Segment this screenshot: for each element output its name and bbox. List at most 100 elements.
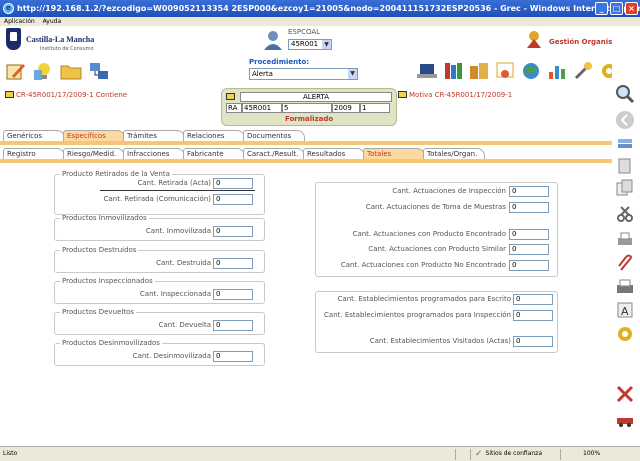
producto-encontrado-input[interactable]: 0 [509, 229, 549, 240]
certificate-icon[interactable] [494, 60, 516, 82]
right-sidebar: A [612, 26, 640, 436]
zoom-level[interactable]: 100% [583, 447, 600, 461]
group-legend: Productos Devueltos [62, 308, 134, 316]
field-label: Cant. Destruida [156, 259, 211, 267]
zoom-icon[interactable] [615, 84, 635, 104]
copy-icon[interactable] [615, 178, 635, 198]
alert-cell-organismo: 45R001 [242, 103, 282, 113]
network-icon[interactable] [88, 60, 110, 82]
alert-cell-tipo: RA [226, 103, 242, 113]
divider [470, 449, 471, 460]
establecimientos-escrito-input[interactable]: 0 [513, 294, 553, 305]
destruida-input[interactable]: 0 [213, 258, 253, 269]
bulb-folder-icon[interactable] [32, 60, 54, 82]
archive-icon[interactable] [468, 60, 490, 82]
group-legend: Productos Inmovilizados [62, 214, 147, 222]
group-legend: Productos Inspeccionados [62, 277, 153, 285]
retirada-comunicacion-input[interactable]: 0 [213, 194, 253, 205]
stack-icon[interactable] [615, 134, 635, 154]
document-icon [398, 91, 407, 98]
field-label: Cant. Retirada (Comunicación) [103, 195, 211, 203]
actuaciones-muestras-input[interactable]: 0 [509, 202, 549, 213]
toolbar-right [416, 60, 620, 82]
field-label: Cant. Retirada (Acta) [137, 179, 212, 187]
field-label: Cant. Desinmovilizada [132, 352, 211, 360]
status-text: Listo [3, 450, 18, 457]
ie-icon: e [3, 3, 14, 14]
organismo-select[interactable]: 45R001 ▼ [288, 39, 332, 50]
field-label: Cant. Establecimientos programados para … [324, 311, 511, 319]
svg-text:A: A [621, 305, 629, 318]
window-titlebar: e http://192.168.1.2/?ezcodigo=W00905211… [0, 0, 640, 17]
back-icon[interactable] [615, 110, 635, 130]
tools-icon[interactable] [572, 60, 594, 82]
field-label: Cant. Devuelta [158, 321, 211, 329]
field-label: Cant. Actuaciones con Producto Encontrad… [352, 230, 506, 238]
totales-panel: Producto Retirados de la Venta Cant. Ret… [0, 163, 612, 436]
group-legend: Productos Destruidos [62, 246, 137, 254]
close-tools-icon[interactable] [615, 384, 635, 404]
chevron-down-icon: ▼ [322, 40, 331, 49]
group-legend: Productos Desinmovilizados [62, 339, 160, 347]
print-icon[interactable] [615, 230, 635, 250]
divider [100, 190, 255, 191]
cut-icon[interactable] [615, 204, 635, 224]
producto-no-encontrado-input[interactable]: 0 [509, 260, 549, 271]
divider [455, 449, 456, 460]
toolbar-left [4, 60, 110, 82]
document-icon [5, 91, 14, 98]
establecimientos-inspeccion-input[interactable]: 0 [513, 310, 553, 321]
producto-similar-input[interactable]: 0 [509, 244, 549, 255]
menu-bar: Aplicación Ayuda [0, 17, 640, 26]
close-button[interactable]: × [625, 2, 638, 15]
laptop-icon[interactable] [416, 60, 438, 82]
alert-title: ALERTA [240, 92, 392, 102]
attach-icon[interactable] [615, 254, 635, 274]
retirada-acta-input[interactable]: 0 [213, 178, 253, 189]
desinmovilizada-input[interactable]: 0 [213, 351, 253, 362]
minimize-button[interactable]: _ [595, 2, 608, 15]
field-label: Cant. Establecimientos programados para … [337, 295, 511, 303]
menu-ayuda[interactable]: Ayuda [43, 18, 62, 25]
globe-icon[interactable] [520, 60, 542, 82]
pages-icon[interactable] [615, 156, 635, 176]
edit-icon[interactable] [4, 60, 26, 82]
menu-aplicacion[interactable]: Aplicación [4, 18, 35, 25]
settings-gear-icon[interactable] [615, 324, 635, 344]
chart-tool-icon[interactable] [546, 60, 568, 82]
books-icon[interactable] [442, 60, 464, 82]
actuaciones-inspeccion-input[interactable]: 0 [509, 186, 549, 197]
inspeccionada-input[interactable]: 0 [213, 289, 253, 300]
group-retirados: Producto Retirados de la Venta [54, 170, 265, 215]
devuelta-input[interactable]: 0 [213, 320, 253, 331]
logo-subtitle: Instituto de Consumo [40, 46, 94, 52]
document-icon [226, 93, 235, 100]
printer-icon[interactable] [615, 278, 635, 298]
folder-icon[interactable] [60, 60, 82, 82]
field-label: Cant. Inmovilizada [145, 227, 211, 235]
field-label: Cant. Inspeccionada [139, 290, 211, 298]
window-title: http://192.168.1.2/?ezcodigo=W0090521133… [17, 4, 640, 13]
car-icon[interactable] [615, 410, 635, 430]
status-bar: Listo ✓ Sitios de confianza 100% [0, 446, 640, 461]
font-icon[interactable]: A [615, 300, 635, 320]
procedimiento-select[interactable]: Alerta ▼ [249, 68, 358, 80]
check-icon: ✓ [475, 449, 483, 459]
inmovilizada-input[interactable]: 0 [213, 226, 253, 237]
alert-cell-version: 1 [360, 103, 390, 113]
contiene-link[interactable]: CR-45R001/17/2009-1 Contiene [5, 91, 127, 99]
field-label: Cant. Establecimientos Visitados (Actas) [369, 337, 511, 345]
gestion-organismo-icon[interactable] [524, 30, 544, 48]
security-zone[interactable]: ✓ Sitios de confianza [475, 447, 542, 461]
alert-cell-anio: 2009 [332, 103, 360, 113]
user-label: ESPCOAL [288, 28, 321, 36]
maximize-button[interactable]: □ [610, 2, 623, 15]
establecimientos-visitados-input[interactable]: 0 [513, 336, 553, 347]
field-label: Cant. Actuaciones con Producto No Encont… [340, 261, 506, 269]
chevron-down-icon: ▼ [348, 69, 357, 79]
field-label: Cant. Actuaciones de Inspección [392, 187, 506, 195]
motiva-link[interactable]: Motiva CR-45R001/17/2009-1 [398, 91, 512, 99]
group-legend: Producto Retirados de la Venta [62, 170, 170, 178]
user-icon [264, 31, 282, 50]
procedimiento-label: Procedimiento: [249, 58, 310, 66]
